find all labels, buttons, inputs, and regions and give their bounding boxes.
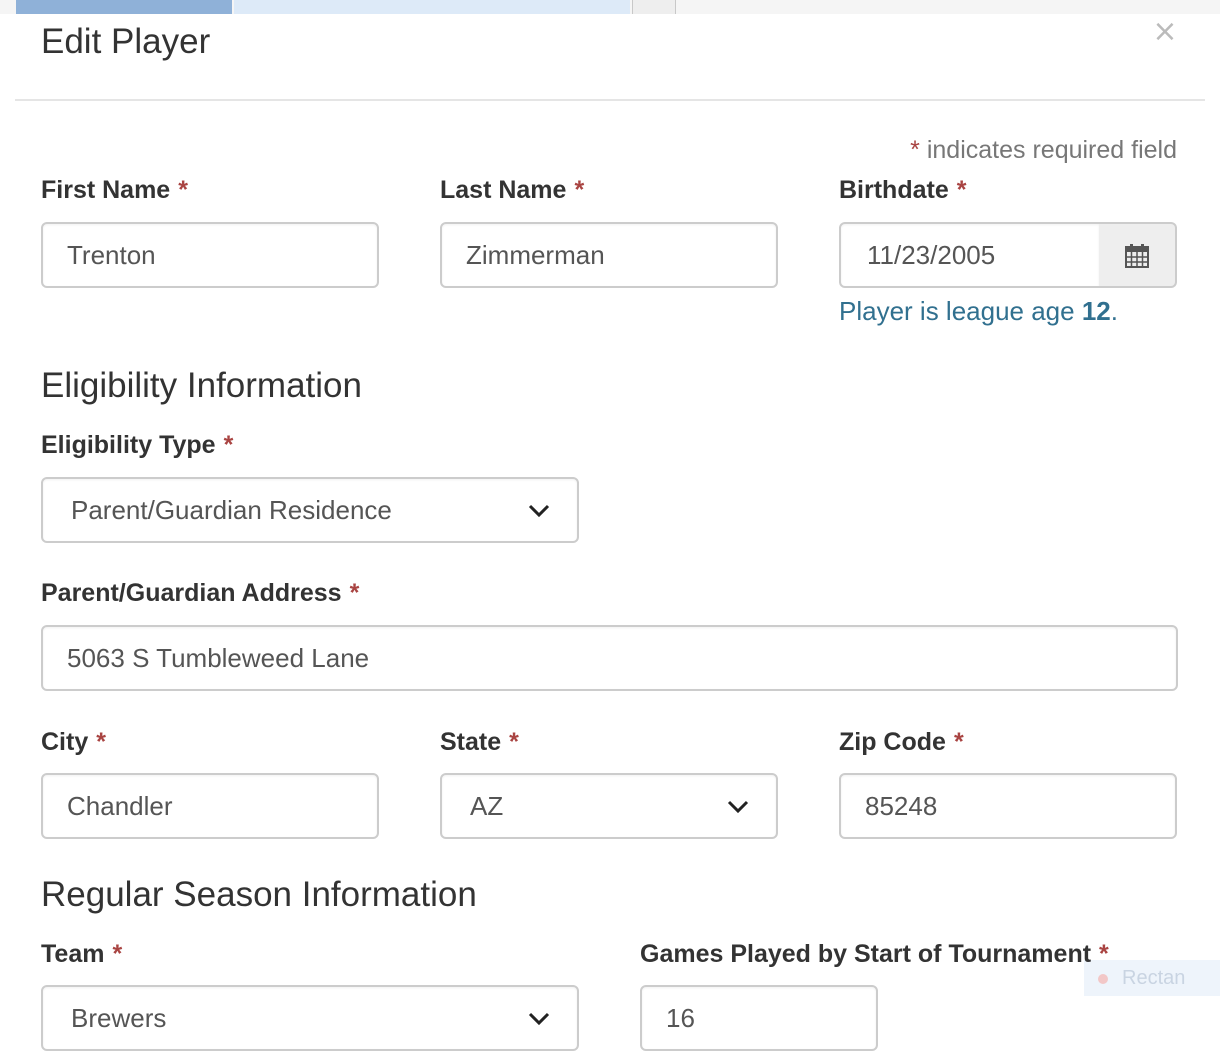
games-played-label: Games Played by Start of Tournament *: [640, 938, 1109, 970]
required-star: *: [956, 176, 967, 204]
label-text: First Name: [41, 176, 171, 204]
label-text: Zip Code: [839, 728, 946, 756]
last-name-input[interactable]: Zimmerman: [440, 222, 778, 288]
label-text: Last Name: [440, 176, 567, 204]
league-age-suffix: .: [1110, 296, 1118, 326]
required-star: *: [178, 176, 188, 204]
city-input[interactable]: Chandler: [41, 773, 379, 839]
tooltip-dot: [1098, 973, 1108, 984]
team-select[interactable]: Brewers: [41, 985, 579, 1051]
browser-tab-strip: [0, 0, 1220, 14]
section-title-eligibility: Eligibility Information: [41, 366, 362, 405]
chevron-down-icon: [727, 800, 749, 814]
tooltip-text: Rectan: [1122, 967, 1186, 989]
browser-tab-button[interactable]: [632, 0, 676, 14]
birthdate-input[interactable]: 11/23/2005: [839, 222, 1101, 288]
label-text: State: [440, 728, 502, 756]
select-value: AZ: [470, 791, 504, 821]
team-label: Team *: [41, 938, 122, 970]
label-text: Team: [41, 940, 105, 968]
first-name-label: First Name *: [41, 174, 188, 206]
chevron-down-icon: [528, 504, 550, 518]
league-age-prefix: Player is league age: [839, 296, 1082, 326]
required-star: *: [223, 431, 234, 459]
required-star: *: [349, 579, 360, 607]
state-label: State *: [440, 726, 519, 758]
required-star: *: [574, 176, 585, 204]
eligibility-type-select[interactable]: Parent/Guardian Residence: [41, 477, 579, 543]
league-age-value: 12: [1081, 296, 1111, 326]
zip-code-label: Zip Code *: [839, 726, 964, 758]
birthdate-label: Birthdate *: [839, 174, 966, 206]
required-star: *: [910, 136, 920, 164]
browser-tab[interactable]: [234, 0, 630, 14]
required-star: *: [96, 728, 106, 756]
select-value: Parent/Guardian Residence: [71, 495, 392, 525]
label-text: Parent/Guardian Address: [41, 579, 342, 607]
label-text: City: [41, 728, 89, 756]
select-value: Brewers: [71, 1003, 167, 1033]
zip-code-input[interactable]: 85248: [839, 773, 1177, 839]
last-name-label: Last Name *: [440, 174, 584, 206]
calendar-button[interactable]: [1099, 222, 1177, 288]
state-select[interactable]: AZ: [440, 773, 778, 839]
city-label: City *: [41, 726, 106, 758]
league-age-help: Player is league age 12.: [839, 295, 1118, 327]
required-star: *: [112, 940, 123, 968]
label-text: Games Played by Start of Tournament: [640, 940, 1092, 968]
label-text: Eligibility Type: [41, 431, 216, 459]
required-star: *: [1099, 940, 1109, 968]
required-star: *: [953, 728, 964, 756]
section-title-regular-season: Regular Season Information: [41, 875, 477, 914]
guardian-address-input[interactable]: 5063 S Tumbleweed Lane: [41, 625, 1178, 691]
games-played-input[interactable]: 16: [640, 985, 878, 1051]
guardian-address-label: Parent/Guardian Address *: [41, 577, 359, 609]
chevron-down-icon: [528, 1012, 550, 1026]
browser-tab[interactable]: [16, 0, 232, 14]
required-field-note: * indicates required field: [910, 134, 1177, 166]
first-name-input[interactable]: Trenton: [41, 222, 379, 288]
required-star: *: [509, 728, 519, 756]
label-text: Birthdate: [839, 176, 949, 204]
required-note-text: indicates required field: [919, 136, 1177, 164]
eligibility-type-label: Eligibility Type *: [41, 429, 233, 461]
calendar-icon: [1125, 244, 1149, 268]
header-divider: [15, 99, 1205, 101]
close-icon[interactable]: ×: [1150, 17, 1180, 47]
modal-title: Edit Player: [41, 22, 211, 61]
